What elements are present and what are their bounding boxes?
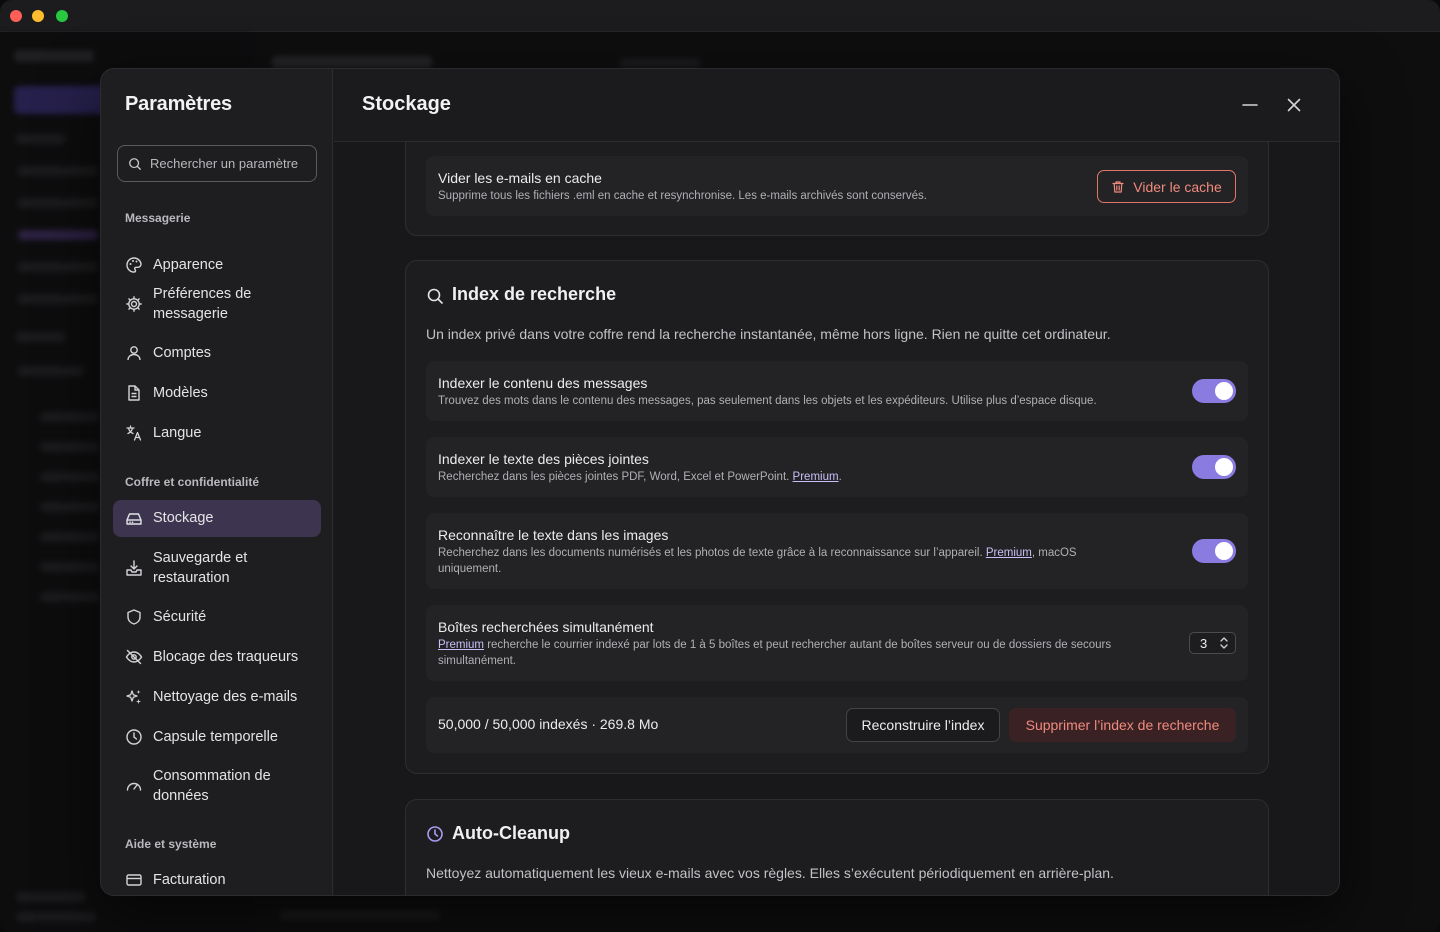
app-window: Paramètres Rechercher un paramètre Messa… — [0, 0, 1440, 932]
group-label-coffre: Coffre et confidentialité — [125, 475, 260, 489]
shield-icon — [127, 609, 141, 625]
sidebar-item-label: Modèles — [153, 385, 208, 401]
settings-content[interactable]: Vider les e-mails en cache Supprime tous… — [334, 142, 1339, 895]
sidebar-item-consommation[interactable]: Consommation de données — [113, 765, 321, 807]
settings-sidebar: Paramètres Rechercher un paramètre Messa… — [101, 69, 333, 895]
index-status: 50,000 / 50,000 indexés · 269.8 Mo — [438, 716, 659, 732]
translate-icon — [126, 425, 142, 441]
sidebar-item-label: Stockage — [153, 510, 214, 526]
mailboxes-stepper[interactable]: 3 — [1189, 632, 1236, 654]
settings-title: Paramètres — [125, 93, 232, 115]
title-bar — [0, 0, 1440, 32]
sparkles-icon — [126, 690, 141, 704]
sidebar-item-label: Préférences de messagerie — [153, 286, 252, 322]
premium-link[interactable]: Premium — [986, 547, 1032, 559]
mailboxes-row: Boîtes recherchées simultanément Premium… — [426, 605, 1248, 681]
rebuild-index-button[interactable]: Reconstruire l’index — [846, 708, 1000, 742]
group-label-messagerie: Messagerie — [125, 211, 191, 225]
minimize-window-button[interactable] — [32, 10, 44, 22]
document-icon — [128, 385, 140, 401]
sidebar-item-label: Nettoyage des e-mails — [153, 689, 298, 705]
cache-row: Vider les e-mails en cache Supprime tous… — [426, 156, 1248, 216]
auto-cleanup-desc: Nettoyez automatiquement les vieux e-mai… — [426, 865, 1114, 881]
search-placeholder: Rechercher un paramètre — [150, 156, 299, 171]
index-content-title: Indexer le contenu des messages — [438, 375, 648, 391]
sidebar-item-nettoyage[interactable]: Nettoyage des e-mails — [113, 677, 321, 717]
search-index-card: Index de recherche Un index privé dans v… — [405, 260, 1269, 774]
close-icon[interactable] — [1284, 95, 1304, 115]
settings-modal: Paramètres Rechercher un paramètre Messa… — [100, 68, 1340, 896]
auto-cleanup-title: Auto-Cleanup — [452, 823, 570, 843]
clear-cache-label: Vider le cache — [1133, 178, 1222, 195]
settings-main: Stockage Vider les e-mails en cache Supp… — [334, 69, 1339, 895]
maximize-window-button[interactable] — [56, 10, 68, 22]
clear-cache-button[interactable]: Vider le cache — [1097, 170, 1236, 203]
download-tray-icon — [126, 560, 142, 576]
index-desc: Un index privé dans votre coffre rend la… — [426, 326, 1111, 342]
sidebar-item-label: Facturation — [153, 872, 226, 888]
index-content-desc: Trouvez des mots dans le contenu des mes… — [438, 395, 1097, 407]
stepper-value: 3 — [1200, 636, 1208, 651]
sidebar-item-label: Comptes — [153, 345, 212, 361]
eye-off-icon — [125, 649, 143, 665]
group-label-aide: Aide et système — [125, 837, 217, 851]
trash-icon — [1112, 180, 1124, 193]
index-status-row: 50,000 / 50,000 indexés · 269.8 Mo Recon… — [426, 697, 1248, 753]
sidebar-item-label: Sauvegarde et restauration — [153, 550, 248, 586]
sidebar-item-securite[interactable]: Sécurité — [113, 597, 321, 637]
hard-drive-icon — [126, 513, 142, 525]
index-attachments-toggle[interactable] — [1192, 455, 1236, 479]
minimize-icon[interactable] — [1240, 95, 1260, 115]
sidebar-item-preferences[interactable]: Préférences de messagerie — [113, 283, 321, 325]
credit-card-icon — [126, 874, 142, 886]
mailboxes-desc: Premium recherche le courrier indexé par… — [438, 639, 1112, 667]
gauge-icon — [126, 782, 142, 791]
index-content-row: Indexer le contenu des messages Trouvez … — [426, 361, 1248, 421]
index-title: Index de recherche — [452, 284, 617, 304]
sidebar-item-label: Blocage des traqueurs — [153, 649, 299, 665]
clock-icon — [427, 826, 443, 842]
mailboxes-title: Boîtes recherchées simultanément — [438, 619, 654, 635]
sidebar-item-modeles[interactable]: Modèles — [113, 373, 321, 413]
index-attachments-desc: Recherchez dans les pièces jointes PDF, … — [438, 471, 842, 483]
image-text-desc: Recherchez dans les documents numérisés … — [438, 547, 1077, 575]
sidebar-item-label: Sécurité — [153, 609, 207, 625]
sidebar-item-comptes[interactable]: Comptes — [113, 333, 321, 373]
search-icon — [427, 288, 443, 304]
palette-icon — [126, 257, 142, 273]
index-attachments-title: Indexer le texte des pièces jointes — [438, 451, 649, 467]
delete-index-button[interactable]: Supprimer l’index de recherche — [1009, 708, 1236, 742]
sidebar-item-stockage[interactable]: Stockage — [113, 500, 321, 537]
search-icon — [129, 158, 141, 170]
sidebar-item-apparence[interactable]: Apparence — [113, 245, 321, 285]
image-text-toggle[interactable] — [1192, 539, 1236, 563]
image-text-title: Reconnaître le texte dans les images — [438, 527, 669, 543]
premium-link[interactable]: Premium — [438, 639, 484, 651]
index-content-toggle[interactable] — [1192, 379, 1236, 403]
main-header: Stockage — [334, 69, 1339, 142]
sidebar-item-label: Consommation de données — [153, 768, 271, 804]
index-attachments-row: Indexer le texte des pièces jointes Rech… — [426, 437, 1248, 497]
auto-cleanup-card: Auto-Cleanup Nettoyez automatiquement le… — [405, 799, 1269, 895]
sidebar-item-label: Capsule temporelle — [153, 729, 278, 745]
gear-icon — [126, 296, 142, 312]
cache-title: Vider les e-mails en cache — [438, 170, 602, 186]
page-title: Stockage — [362, 93, 451, 115]
sidebar-item-blocage[interactable]: Blocage des traqueurs — [113, 637, 321, 677]
image-text-row: Reconnaître le texte dans les images Rec… — [426, 513, 1248, 589]
chevron-up-down-icon — [1220, 637, 1228, 649]
premium-link[interactable]: Premium — [793, 471, 839, 483]
sidebar-item-label: Apparence — [153, 257, 224, 273]
close-window-button[interactable] — [10, 10, 22, 22]
cache-desc: Supprime tous les fichiers .eml en cache… — [438, 190, 927, 202]
sidebar-item-capsule[interactable]: Capsule temporelle — [113, 717, 321, 757]
sidebar-item-sauvegarde[interactable]: Sauvegarde et restauration — [113, 547, 321, 589]
sidebar-item-label: Langue — [153, 425, 202, 441]
sidebar-item-facturation[interactable]: Facturation — [113, 861, 321, 895]
sidebar-item-langue[interactable]: Langue — [113, 413, 321, 453]
user-icon — [127, 346, 141, 361]
settings-search-input[interactable]: Rechercher un paramètre — [117, 145, 317, 182]
clock-icon — [126, 729, 142, 745]
cache-card: Vider les e-mails en cache Supprime tous… — [405, 142, 1269, 236]
